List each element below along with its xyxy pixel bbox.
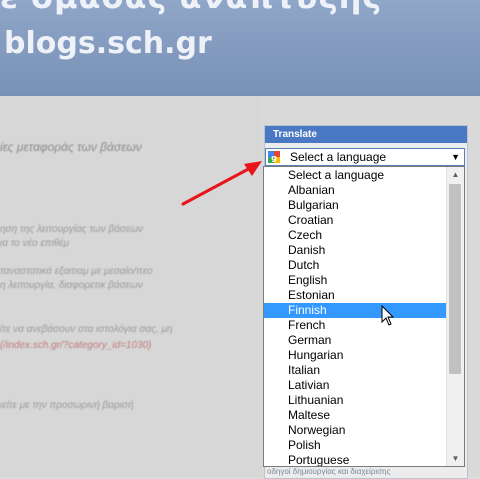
language-option[interactable]: Danish	[264, 243, 446, 258]
select-value: Select a language	[290, 150, 387, 164]
content-heading: ίες μεταφοράς των βάσεων	[0, 140, 142, 154]
content-text: ιείτε με την προσωρινή βαρισή	[0, 400, 134, 411]
language-option[interactable]: Croatian	[264, 213, 446, 228]
widget-footer-text: οδηγοί δημιουργίας και διαχείρισης	[267, 467, 391, 476]
language-option[interactable]: Albanian	[264, 183, 446, 198]
content-text: ηση της λειτουργίας των βάσεων	[0, 224, 144, 235]
language-listbox[interactable]: Select a language Albanian Bulgarian Croati…	[263, 166, 465, 467]
site-title-line1: ε ομάδας ανάπτυξης	[0, 0, 382, 16]
content-text: η λειτουργία, διαφορετικ βάσεων	[0, 280, 143, 291]
listbox-scrollbar[interactable]: ▲ ▼	[446, 167, 464, 466]
language-option[interactable]: Lithuanian	[264, 393, 446, 408]
google-g-icon: g	[268, 151, 280, 163]
language-option[interactable]: German	[264, 333, 446, 348]
language-option[interactable]: Portuguese	[264, 453, 446, 466]
svg-text:g: g	[271, 154, 277, 163]
language-option[interactable]: Select a language	[264, 168, 446, 183]
site-header: ε ομάδας ανάπτυξης blogs.sch.gr	[0, 0, 480, 96]
language-option[interactable]: Dutch	[264, 258, 446, 273]
main-content-area: ίες μεταφοράς των βάσεων ηση της λειτουρ…	[0, 96, 262, 477]
dropdown-arrow-icon: ▼	[451, 152, 460, 162]
language-option[interactable]: French	[264, 318, 446, 333]
language-option[interactable]: Estonian	[264, 288, 446, 303]
scroll-down-icon[interactable]: ▼	[447, 451, 464, 466]
language-option[interactable]: Italian	[264, 363, 446, 378]
annotation-arrow	[181, 161, 262, 206]
language-option[interactable]: Lativian	[264, 378, 446, 393]
language-option[interactable]: Bulgarian	[264, 198, 446, 213]
widget-title: Translate	[265, 126, 467, 143]
language-option[interactable]: Czech	[264, 228, 446, 243]
site-title-line2: blogs.sch.gr	[4, 26, 212, 61]
scrollbar-thumb[interactable]	[449, 184, 461, 374]
mouse-cursor-icon	[381, 305, 395, 326]
content-text: ίτε να ανεβάσουν στα ιστολόγια σας, μη	[0, 324, 173, 335]
content-text: ια το νέο επιθέμ	[0, 238, 69, 249]
content-link[interactable]: (/index.sch.gr/?category_id=1030)	[0, 340, 151, 351]
language-option[interactable]: Polish	[264, 438, 446, 453]
language-option[interactable]: Norwegian	[264, 423, 446, 438]
content-text: ταναστατικά εξαιτιαμ με μεσαίο/πεο	[0, 266, 153, 277]
language-option[interactable]: English	[264, 273, 446, 288]
language-select[interactable]: g Select a language ▼	[265, 148, 465, 166]
language-option[interactable]: Maltese	[264, 408, 446, 423]
language-option[interactable]: Hungarian	[264, 348, 446, 363]
language-option[interactable]: Finnish	[264, 303, 446, 318]
scroll-up-icon[interactable]: ▲	[447, 167, 464, 182]
